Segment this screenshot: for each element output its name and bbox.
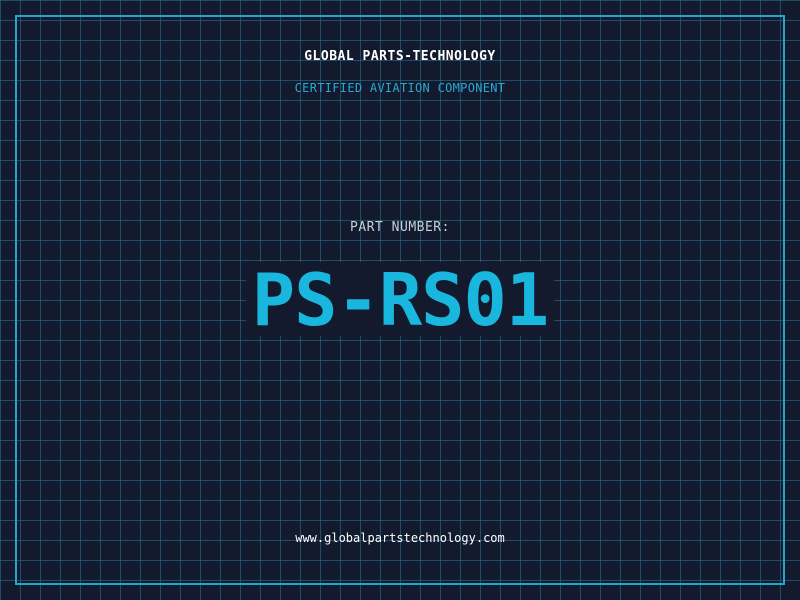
certification-subtitle: CERTIFIED AVIATION COMPONENT <box>294 81 506 95</box>
part-number-value: PS-RS01 <box>245 262 555 336</box>
website-url: www.globalpartstechnology.com <box>295 531 505 545</box>
part-number-container: PS-RS01 <box>0 262 800 336</box>
company-name: GLOBAL PARTS-TECHNOLOGY <box>304 49 496 64</box>
part-number-label: PART NUMBER: <box>350 220 450 235</box>
label-canvas: GLOBAL PARTS-TECHNOLOGY CERTIFIED AVIATI… <box>0 0 800 600</box>
